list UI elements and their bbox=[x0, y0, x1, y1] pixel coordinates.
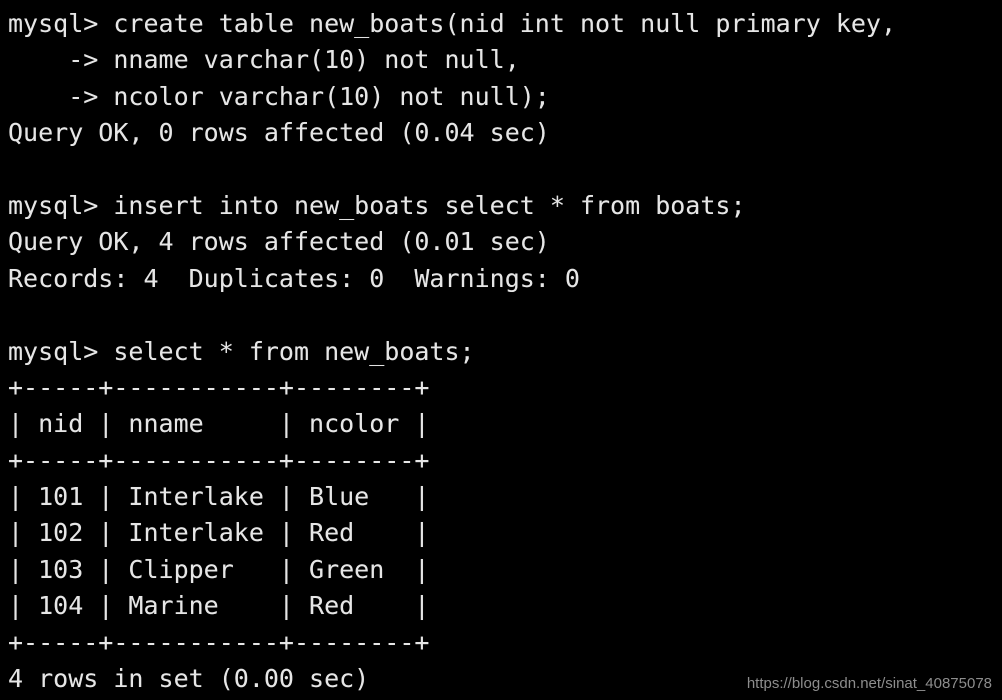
result-table-header-row: | nid | nname | ncolor | bbox=[8, 409, 430, 439]
terminal-line-create-table-2: -> nname varchar(10) not null, bbox=[8, 45, 520, 75]
watermark-text: https://blog.csdn.net/sinat_40875078 bbox=[746, 675, 992, 692]
table-row: | 103 | Clipper | Green | bbox=[8, 554, 430, 584]
terminal-line-create-table-1: mysql> create table new_boats(nid int no… bbox=[8, 9, 897, 38]
terminal-line-create-table-result: Query OK, 0 rows affected (0.04 sec) bbox=[8, 118, 550, 148]
terminal-line-insert-command: mysql> insert into new_boats select * fr… bbox=[8, 190, 746, 220]
terminal-line-blank-1 bbox=[8, 152, 1002, 188]
terminal-line-insert-records: Records: 4 Duplicates: 0 Warnings: 0 bbox=[8, 263, 580, 293]
table-row: | 104 | Marine | Red | bbox=[8, 591, 430, 621]
result-table-bottom-border: +-----+-----------+--------+ bbox=[8, 627, 430, 657]
terminal-window[interactable]: mysql> create table new_boats(nid int no… bbox=[0, 0, 1002, 700]
result-table-header-separator: +-----+-----------+--------+ bbox=[8, 445, 430, 475]
terminal-line-insert-result: Query OK, 4 rows affected (0.01 sec) bbox=[8, 227, 550, 257]
table-row: | 102 | Interlake | Red | bbox=[8, 518, 430, 548]
table-row: | 101 | Interlake | Blue | bbox=[8, 482, 430, 512]
terminal-line-create-table-3: -> ncolor varchar(10) not null); bbox=[8, 81, 550, 111]
terminal-line-select-command: mysql> select * from new_boats; bbox=[8, 336, 475, 366]
result-table-top-border: +-----+-----------+--------+ bbox=[8, 372, 430, 402]
terminal-line-blank-2 bbox=[8, 297, 1002, 333]
